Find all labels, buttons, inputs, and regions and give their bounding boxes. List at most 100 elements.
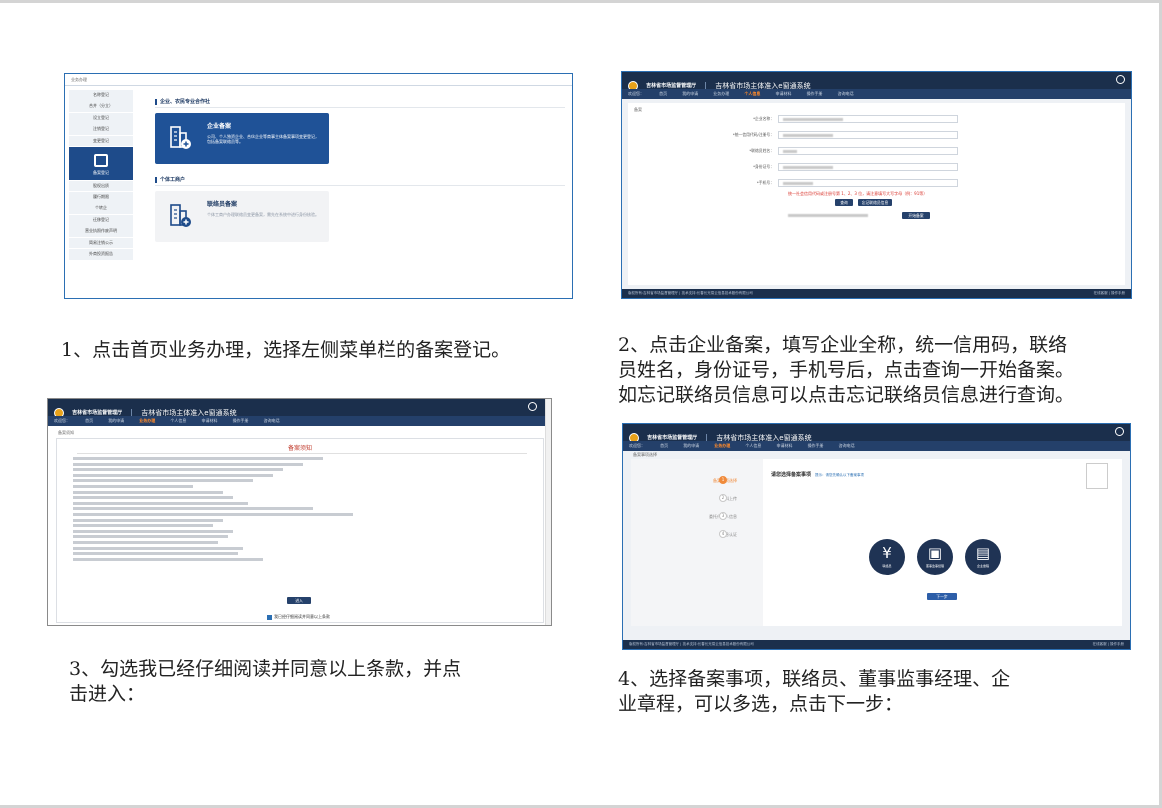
footer-links[interactable]: 在线客服 | 操作手册 <box>1094 291 1125 296</box>
menu-item[interactable]: 名称登记 <box>69 90 133 101</box>
screenshot-business-menu: 业务办理 名称登记 合并（分立） 设立登记 注销登记 变更登记 备案登记 股权出… <box>64 73 573 299</box>
nav-materials[interactable]: 申请材料 <box>201 418 217 424</box>
start-filing-button[interactable]: 开始备案 <box>902 212 930 219</box>
nav-hotline[interactable]: 咨询电话 <box>838 91 854 97</box>
agree-checkbox[interactable]: 我已经仔细阅读并同意以上条款 <box>267 614 330 620</box>
nav-materials[interactable]: 申请材料 <box>776 443 792 449</box>
choose-hint: 提示：请您先确认以下备案事项 <box>815 473 865 477</box>
menu-item[interactable]: 合并（分立） <box>69 101 133 113</box>
id-number-input[interactable] <box>778 163 958 171</box>
field-label: *企业名称： <box>753 116 774 121</box>
nav-hotline[interactable]: 咨询电话 <box>264 418 280 424</box>
menu-item[interactable]: 注销登记 <box>69 124 133 135</box>
enter-button[interactable]: 进入 <box>287 597 311 604</box>
next-button[interactable]: 下一步 <box>927 593 957 600</box>
nav-manual[interactable]: 操作手册 <box>808 443 824 449</box>
nav-my-apps[interactable]: 我的申请 <box>683 443 699 449</box>
section-title-enterprise: 企业、农民专业合作社 <box>155 98 210 105</box>
nav-business[interactable]: 业务办理 <box>713 91 729 97</box>
nav-home[interactable]: 首页 <box>659 91 667 97</box>
step-list: 备案事项选择 1 材料上传 2 委托代理人信息 3 信息认证 4 <box>631 459 763 626</box>
nav-my-apps[interactable]: 我的申请 <box>108 418 124 424</box>
query-button[interactable]: 查询 <box>835 199 853 206</box>
card-description: 个体工商户办理联络员变更备案，需先在系统中进行身份核验。 <box>207 212 319 217</box>
menu-item[interactable]: 履行期限 <box>69 191 133 203</box>
section-title-individual: 个体工商户 <box>155 176 185 183</box>
credit-code-input[interactable] <box>778 131 958 139</box>
caption-step3-line1: 3、勾选我已经仔细阅读并同意以上条款，并点 <box>69 658 462 680</box>
app-header: 吉林省市场监督管理厅 吉林省市场主体准入e窗通系统 <box>48 399 551 418</box>
nav-manual[interactable]: 操作手册 <box>233 418 249 424</box>
footer-links[interactable]: 在线客服 | 操作手册 <box>1093 642 1124 647</box>
menu-item[interactable]: 营业执照作废声明 <box>69 226 133 237</box>
nav-my-apps[interactable]: 我的申请 <box>682 91 698 97</box>
menu-item[interactable]: 股权出质 <box>69 180 133 192</box>
caption-step3-line2: 击进入： <box>69 683 146 705</box>
app-body: 备案 *企业名称： *统一信用代码/注册号： *联络员姓名： *身份证号： *手… <box>622 99 1131 291</box>
nav-materials[interactable]: 申请材料 <box>775 91 791 97</box>
company-name-row: *企业名称： <box>753 115 958 123</box>
nav-business[interactable]: 业务办理 <box>139 418 155 424</box>
caption-step1: 1、点击首页业务办理，选择左侧菜单栏的备案登记。 <box>61 339 511 361</box>
menu-item-label: 备案登记 <box>93 169 109 175</box>
menu-item[interactable]: 设立登记 <box>69 112 133 124</box>
top-nav: 欢迎您： 首页 我的申请 业务办理 个人信息 申请材料 操作手册 咨询电话 <box>623 441 1130 451</box>
option-label: 联络员 <box>882 564 892 568</box>
breadcrumb: 备案须知 <box>58 430 74 435</box>
liaison-name-input[interactable] <box>778 147 958 155</box>
screenshot-enterprise-filing-form: 吉林省市场监督管理厅 吉林省市场主体准入e窗通系统 欢迎您： 首页 我的申请 业… <box>621 71 1132 299</box>
scrollbar[interactable] <box>545 399 551 625</box>
app-header: 吉林省市场监督管理厅 吉林省市场主体准入e窗通系统 <box>622 72 1131 91</box>
nav-home[interactable]: 首页 <box>660 443 668 449</box>
document-icon <box>94 153 108 167</box>
field-label: *统一信用代码/注册号： <box>732 132 774 137</box>
step-number: 1 <box>719 476 727 484</box>
caption-step4-line2: 业章程，可以多选，点击下一步： <box>618 693 904 715</box>
nav-profile[interactable]: 个人信息 <box>170 418 186 424</box>
liaison-filing-card[interactable]: 联络员备案 个体工商户办理联络员变更备案，需先在系统中进行身份核验。 <box>155 191 329 242</box>
nav-user: 欢迎您： <box>54 418 70 423</box>
option-directors[interactable]: ▣ 董事监事经理 <box>917 539 953 575</box>
menu-item[interactable]: 变更登记 <box>69 135 133 147</box>
building-plus-icon <box>170 126 191 149</box>
screenshot-filing-item-select: 吉林省市场监督管理厅 吉林省市场主体准入e窗通系统 欢迎您： 首页 我的申请 业… <box>622 423 1131 650</box>
checkbox-checked-icon[interactable] <box>267 614 272 620</box>
menu-item[interactable]: 个转企 <box>69 203 133 215</box>
phone-row: *手机号： <box>757 179 958 187</box>
selection-panel: 备案事项选择 1 材料上传 2 委托代理人信息 3 信息认证 4 请您选择备案事… <box>631 459 1122 626</box>
enterprise-filing-card[interactable]: 企业备案 公司、个人独资企业、合伙企业等商事主体备案事项变更登记，包括备案联络员… <box>155 113 329 164</box>
nav-profile[interactable]: 个人信息 <box>744 91 760 97</box>
nav-profile[interactable]: 个人信息 <box>745 443 761 449</box>
org-name: 吉林省市场监督管理厅 <box>646 83 697 89</box>
company-name-input[interactable] <box>778 115 958 123</box>
notice-panel: 备案须知 <box>56 438 544 623</box>
forget-liaison-button[interactable]: 忘记联络员信息 <box>858 199 892 206</box>
caption-step2-line3: 如忘记联络员信息可以点击忘记联络员信息进行查询。 <box>618 384 1075 406</box>
nav-manual[interactable]: 操作手册 <box>807 91 823 97</box>
footer-copyright: 版权所有:吉林省市场监督管理厅 | 技术支持:长春长光易云信息技术股份有限公司 <box>628 291 753 295</box>
menu-item[interactable]: 外商投资报告 <box>69 248 133 260</box>
app-header: 吉林省市场监督管理厅 吉林省市场主体准入e窗通系统 <box>623 424 1130 443</box>
app-body: 备案事项选择 备案事项选择 1 材料上传 2 委托代理人信息 3 信息认证 4 … <box>623 451 1130 642</box>
menu-item-filing[interactable]: 备案登记 <box>69 146 133 180</box>
choose-label: 请您选择备案事项 <box>771 472 812 478</box>
divider <box>77 453 527 454</box>
nav-home[interactable]: 首页 <box>85 418 93 424</box>
phone-input[interactable] <box>778 179 958 187</box>
document-page: 业务办理 名称登记 合并（分立） 设立登记 注销登记 变更登记 备案登记 股权出… <box>0 0 1162 808</box>
app-footer: 版权所有:吉林省市场监督管理厅 | 技术支持:长春长光易云信息技术股份有限公司 … <box>623 640 1130 649</box>
power-icon[interactable] <box>1116 75 1125 84</box>
nav-business[interactable]: 业务办理 <box>714 443 730 449</box>
document-thumbnail[interactable] <box>1086 463 1108 489</box>
option-liaison[interactable]: ¥ 联络员 <box>869 539 905 575</box>
nav-hotline[interactable]: 咨询电话 <box>839 443 855 449</box>
option-articles[interactable]: ▤ 企业章程 <box>965 539 1001 575</box>
option-label: 董事监事经理 <box>925 564 944 568</box>
power-icon[interactable] <box>528 402 537 411</box>
menu-item[interactable]: 简易注销公示 <box>69 237 133 249</box>
power-icon[interactable] <box>1115 427 1124 436</box>
nav-user: 欢迎您： <box>629 443 645 448</box>
menu-item[interactable]: 迁移登记 <box>69 214 133 226</box>
org-name: 吉林省市场监督管理厅 <box>647 435 698 441</box>
caption-step2-line1: 2、点击企业备案，填写企业全称，统一信用码，联络 <box>618 334 1068 356</box>
